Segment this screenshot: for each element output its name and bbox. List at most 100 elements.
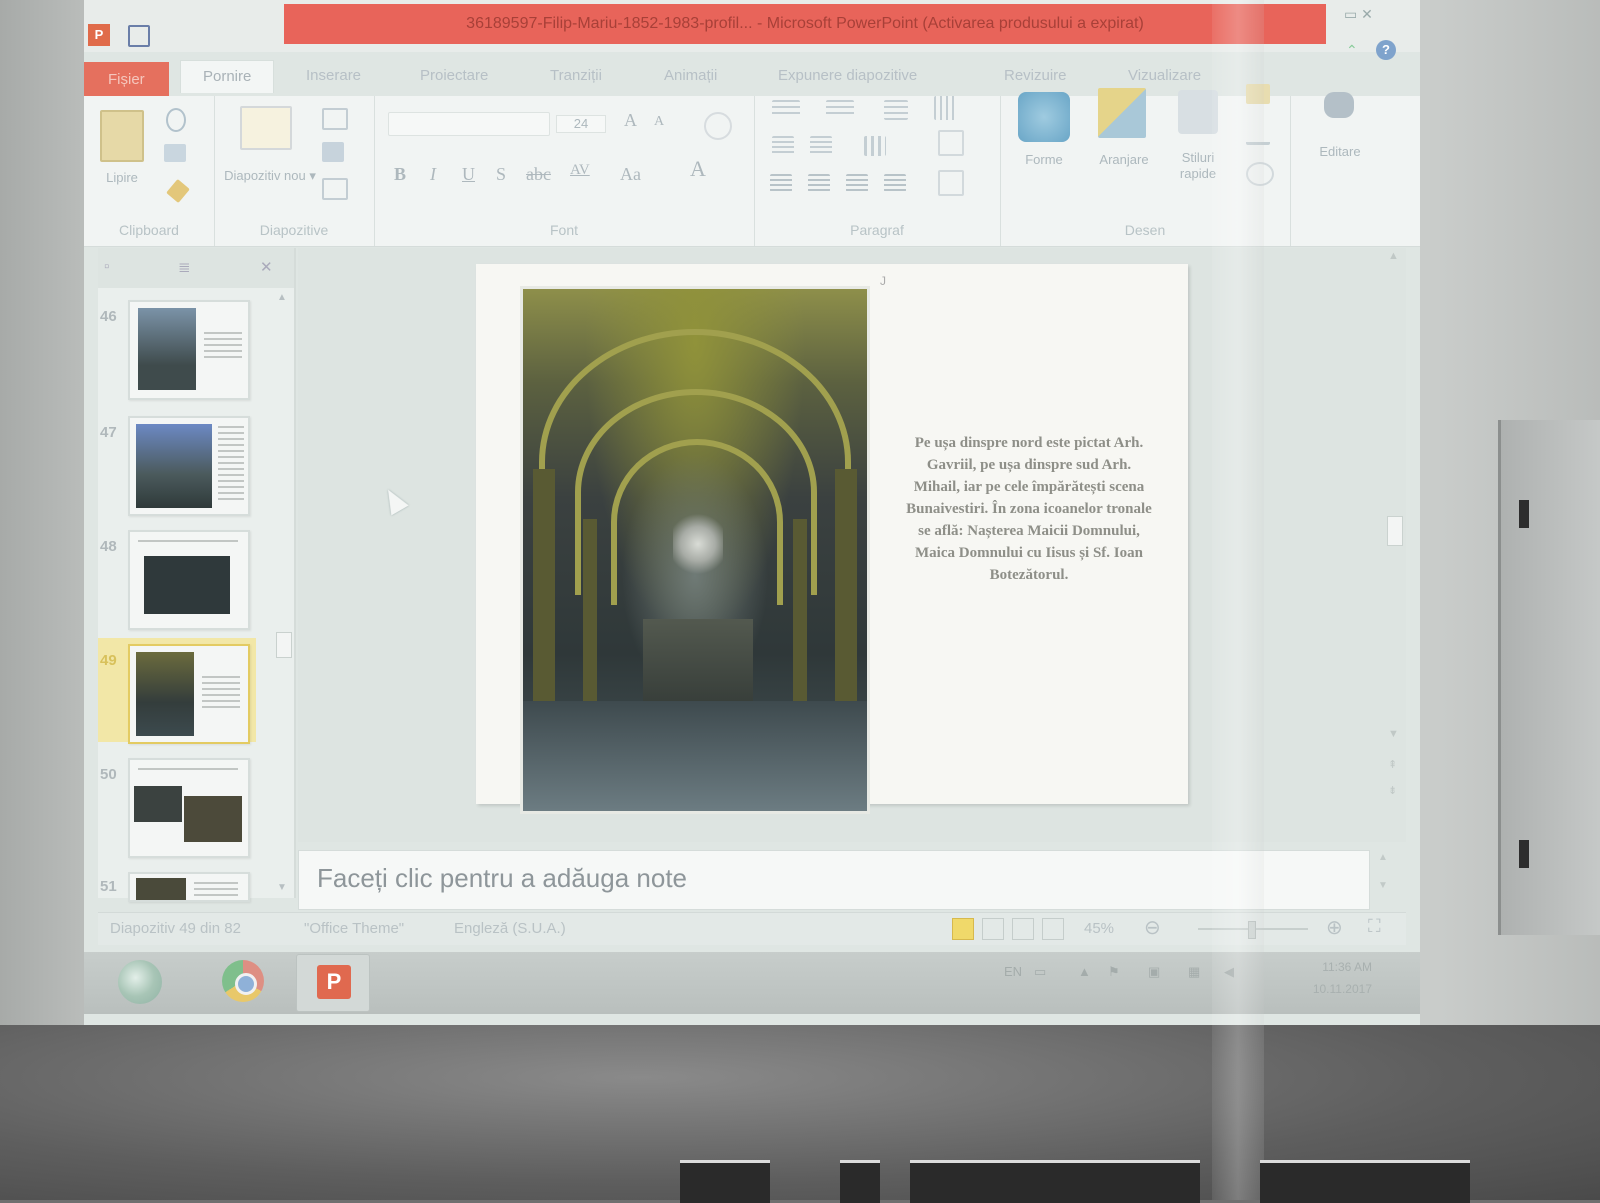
shapes-button[interactable]: Forme — [1012, 152, 1076, 168]
notes-scrollbar[interactable]: ▲ ▼ — [1372, 850, 1396, 908]
thumbnails-scrollbar[interactable]: ▲ ▼ — [274, 292, 292, 893]
tab-insert[interactable]: Inserare — [306, 60, 361, 92]
next-slide-icon[interactable]: ⇟ — [1388, 784, 1397, 797]
close-pane-icon[interactable]: ✕ — [260, 258, 273, 276]
align-left-icon[interactable] — [770, 174, 792, 192]
align-center-icon[interactable] — [808, 174, 830, 192]
copy-icon[interactable] — [164, 144, 186, 162]
italic-button[interactable]: I — [430, 164, 436, 185]
tab-review[interactable]: Revizuire — [1004, 60, 1067, 92]
zoom-in-icon[interactable]: ⊕ — [1326, 915, 1343, 940]
chrome-taskbar-icon[interactable] — [222, 960, 264, 1002]
church-interior-photo[interactable] — [520, 286, 870, 814]
tab-file[interactable]: Fișier — [84, 62, 169, 98]
canvas-scroll-thumb[interactable] — [1387, 516, 1403, 546]
tab-design[interactable]: Proiectare — [420, 60, 488, 92]
system-clock[interactable]: 11:36 AM 10.11.2017 — [1262, 956, 1372, 1000]
bullets-icon[interactable] — [772, 100, 800, 118]
line-spacing-icon[interactable] — [884, 100, 908, 120]
slide-text-box[interactable]: Pe ușa dinspre nord este pictat Arh. Gav… — [906, 432, 1152, 586]
outline-tab-icon[interactable]: ≣ — [178, 258, 191, 276]
fit-to-window-icon[interactable]: ⛶ — [1368, 916, 1381, 937]
shapes-icon[interactable] — [1018, 92, 1070, 142]
cut-icon[interactable] — [166, 108, 186, 132]
theme-name-text[interactable]: "Office Theme" — [304, 920, 404, 937]
paste-icon[interactable] — [100, 110, 144, 162]
new-slide-button[interactable]: Diapozitiv nou ▾ — [220, 168, 320, 184]
strikethrough-button[interactable]: abc — [526, 164, 551, 185]
change-case-button[interactable]: Aa — [620, 164, 641, 185]
devices-icon[interactable]: ▣ — [1148, 964, 1160, 980]
font-name-box[interactable] — [388, 112, 550, 136]
slide-thumbnail-51[interactable] — [128, 872, 250, 902]
tab-transitions[interactable]: Tranziții — [550, 60, 602, 92]
text-direction-icon[interactable] — [934, 96, 956, 120]
new-slide-icon[interactable] — [240, 106, 292, 150]
paste-button[interactable]: Lipire — [90, 170, 154, 186]
scroll-up-icon[interactable]: ▲ — [1378, 852, 1388, 863]
keyboard-icon[interactable]: ▭ — [1034, 964, 1046, 980]
notes-pane[interactable]: Faceți clic pentru a adăuga note — [298, 850, 1370, 910]
slide-thumbnail-49[interactable] — [128, 644, 250, 744]
editing-button[interactable]: Editare — [1304, 144, 1376, 160]
grow-font-button[interactable]: A — [624, 110, 637, 131]
text-shadow-button[interactable]: S — [496, 164, 506, 185]
format-painter-icon[interactable] — [166, 178, 190, 204]
slides-tab-icon[interactable]: ▫ — [104, 258, 109, 275]
bold-button[interactable]: B — [394, 164, 406, 185]
align-right-icon[interactable] — [846, 174, 868, 192]
smartart-icon[interactable] — [938, 170, 964, 196]
zoom-level-text[interactable]: 45% — [1084, 920, 1114, 937]
arrange-icon[interactable] — [1098, 88, 1146, 138]
slide-thumbnail-50[interactable] — [128, 758, 250, 858]
slide-sorter-view-button[interactable] — [982, 918, 1004, 940]
window-controls[interactable]: ▭ ✕ — [1344, 6, 1373, 23]
char-spacing-button[interactable]: AV — [570, 162, 590, 179]
slide-thumbnail-48[interactable] — [128, 530, 250, 630]
decrease-indent-icon[interactable] — [772, 136, 794, 156]
layout-icon[interactable] — [322, 108, 348, 130]
find-binoculars-icon[interactable] — [1324, 92, 1354, 118]
language-text[interactable]: Engleză (S.U.A.) — [454, 920, 566, 937]
zoom-out-icon[interactable]: ⊖ — [1144, 915, 1161, 940]
scroll-down-icon[interactable]: ▼ — [1388, 728, 1399, 740]
tab-animations[interactable]: Animații — [664, 60, 717, 92]
scroll-up-icon[interactable]: ▲ — [277, 292, 287, 303]
powerpoint-taskbar-button[interactable]: P — [296, 954, 370, 1012]
network-icon[interactable]: ▦ — [1188, 964, 1200, 980]
scroll-down-icon[interactable]: ▼ — [277, 882, 287, 893]
align-text-icon[interactable] — [938, 130, 964, 156]
clear-formatting-icon[interactable] — [704, 112, 732, 140]
normal-view-button[interactable] — [952, 918, 974, 940]
columns-icon[interactable] — [864, 136, 886, 156]
slide-thumbnail-46[interactable] — [128, 300, 250, 400]
scroll-thumb[interactable] — [276, 632, 292, 658]
flag-icon[interactable]: ⚑ — [1108, 964, 1120, 980]
tab-slideshow[interactable]: Expunere diapozitive — [778, 60, 917, 92]
underline-button[interactable]: U — [462, 164, 475, 185]
notes-placeholder[interactable]: Faceți clic pentru a adăuga note — [317, 863, 687, 894]
section-icon[interactable] — [322, 178, 348, 200]
font-color-button[interactable]: A — [690, 156, 706, 182]
arrange-button[interactable]: Aranjare — [1088, 152, 1160, 168]
input-language-indicator[interactable]: EN — [1004, 964, 1022, 979]
slideshow-view-button[interactable] — [1042, 918, 1064, 940]
reading-view-button[interactable] — [1012, 918, 1034, 940]
start-button-icon[interactable] — [118, 960, 162, 1004]
scroll-up-icon[interactable]: ▲ — [1388, 250, 1399, 262]
canvas-scrollbar[interactable]: ▲ ▼ ⇞ ⇟ — [1384, 248, 1406, 842]
show-hidden-icons-icon[interactable]: ▲ — [1078, 964, 1091, 979]
justify-icon[interactable] — [884, 174, 906, 192]
shrink-font-button[interactable]: A — [654, 114, 664, 130]
scroll-down-icon[interactable]: ▼ — [1378, 880, 1388, 891]
increase-indent-icon[interactable] — [810, 136, 832, 156]
font-size-box[interactable]: 24 — [556, 115, 606, 133]
numbering-icon[interactable] — [826, 100, 854, 118]
tab-home[interactable]: Pornire — [180, 60, 275, 93]
slide-thumbnail-47[interactable] — [128, 416, 250, 516]
reset-icon[interactable] — [322, 142, 344, 162]
save-icon[interactable] — [128, 25, 150, 47]
current-slide[interactable]: J Pe ușa dinspre nord este pictat Arh. G… — [476, 264, 1188, 814]
powerpoint-app-icon[interactable]: P — [88, 24, 110, 46]
previous-slide-icon[interactable]: ⇞ — [1388, 758, 1397, 771]
